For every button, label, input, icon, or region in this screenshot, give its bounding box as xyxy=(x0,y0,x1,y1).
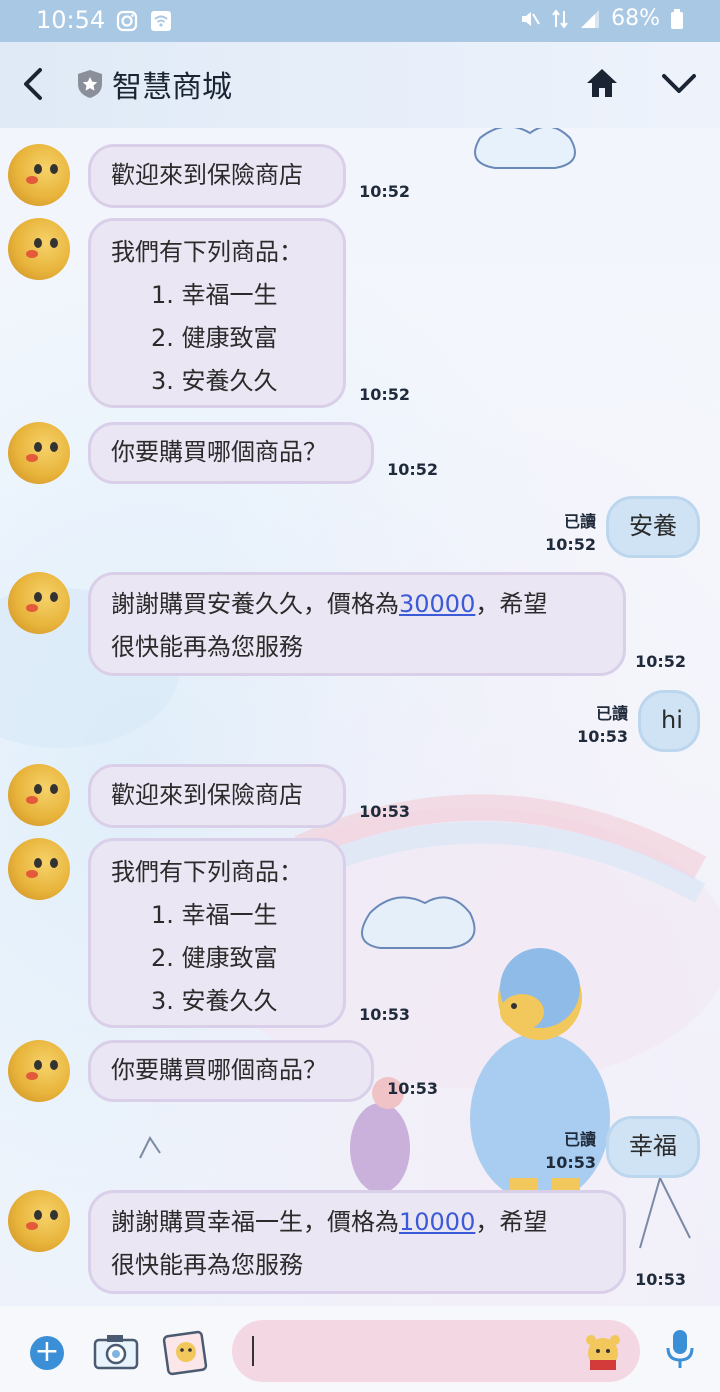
bot-avatar[interactable] xyxy=(8,764,70,826)
message-time: 10:53 xyxy=(359,802,410,821)
read-receipt: 已讀 xyxy=(563,512,596,531)
message-text-part: ，希望 xyxy=(475,590,548,618)
message-text-part: 謝謝購買安養久久，價格為 xyxy=(111,590,399,618)
message-text: 歡迎來到保險商店 xyxy=(111,781,303,809)
message-bubble-incoming: 歡迎來到保險商店 xyxy=(88,764,346,828)
text-cursor xyxy=(252,1336,254,1366)
input-bar: + xyxy=(0,1306,720,1392)
message-time: 10:53 xyxy=(635,1270,686,1289)
message-text: 你要購買哪個商品？ xyxy=(111,438,327,466)
message-text: 3. 安養久久 xyxy=(151,987,278,1015)
message-bubble-outgoing: hi xyxy=(638,690,700,752)
message-bubble-incoming: 謝謝購買幸福一生，價格為10000，希望 很快能再為您服務 xyxy=(88,1190,626,1294)
battery-icon xyxy=(671,8,683,29)
instagram-icon xyxy=(116,10,138,32)
bot-avatar[interactable] xyxy=(8,422,70,484)
message-time: 10:52 xyxy=(635,652,686,671)
message-input[interactable] xyxy=(232,1320,640,1382)
message-text: hi xyxy=(661,706,683,734)
message-time: 10:52 xyxy=(387,460,438,479)
chat-area[interactable]: 歡迎來到保險商店 10:52 我們有下列商品： 1. 幸福一生 2. 健康致富 … xyxy=(0,128,720,1306)
message-text: 我們有下列商品： xyxy=(111,858,303,886)
cell-signal-icon xyxy=(581,9,600,28)
status-left-icons xyxy=(116,10,172,32)
shield-star-icon xyxy=(78,70,102,98)
read-receipt: 已讀 xyxy=(595,704,628,723)
message-time: 10:52 xyxy=(359,182,410,201)
message-time: 10:53 xyxy=(387,1079,438,1098)
message-time: 10:53 xyxy=(577,727,628,746)
price-link[interactable]: 10000 xyxy=(399,1208,475,1236)
plus-icon[interactable]: + xyxy=(30,1336,64,1370)
microphone-icon[interactable] xyxy=(664,1328,696,1372)
bot-avatar[interactable] xyxy=(8,144,70,206)
message-bubble-outgoing: 幸福 xyxy=(606,1116,700,1178)
price-link[interactable]: 30000 xyxy=(399,590,475,618)
signal-data-icon xyxy=(552,8,568,29)
sticker-icon[interactable] xyxy=(162,1328,210,1376)
message-text-part: ，希望 xyxy=(475,1208,548,1236)
message-time: 10:53 xyxy=(545,1153,596,1172)
message-text: 安養 xyxy=(629,512,677,540)
message-text: 幸福 xyxy=(629,1132,677,1160)
message-text: 2. 健康致富 xyxy=(151,944,278,972)
message-text: 很快能再為您服務 xyxy=(111,1251,303,1279)
bot-avatar[interactable] xyxy=(8,1190,70,1252)
message-bubble-incoming: 你要購買哪個商品？ xyxy=(88,422,374,484)
message-time: 10:52 xyxy=(545,535,596,554)
message-bubble-incoming: 歡迎來到保險商店 xyxy=(88,144,346,208)
battery-percent: 68% xyxy=(611,6,660,31)
message-bubble-incoming: 我們有下列商品： 1. 幸福一生 2. 健康致富 3. 安養久久 xyxy=(88,218,346,408)
bot-avatar[interactable] xyxy=(8,572,70,634)
message-text: 謝謝購買幸福一生，價格為10000，希望 xyxy=(111,1201,603,1244)
message-text: 歡迎來到保險商店 xyxy=(111,161,303,189)
chevron-down-icon[interactable] xyxy=(660,72,698,96)
chevron-left-icon[interactable] xyxy=(20,66,48,102)
message-text: 我們有下列商品： xyxy=(111,238,303,266)
message-bubble-incoming: 你要購買哪個商品？ xyxy=(88,1040,374,1102)
message-time: 10:53 xyxy=(359,1005,410,1024)
camera-icon[interactable] xyxy=(92,1332,140,1372)
wifi-box-icon xyxy=(151,11,171,31)
message-time: 10:52 xyxy=(359,385,410,404)
chat-header: 智慧商城 xyxy=(0,42,720,128)
message-bubble-incoming: 我們有下列商品： 1. 幸福一生 2. 健康致富 3. 安養久久 xyxy=(88,838,346,1028)
message-text: 3. 安養久久 xyxy=(151,367,278,395)
mute-icon xyxy=(522,11,540,26)
message-bubble-incoming: 謝謝購買安養久久，價格為30000，希望 很快能再為您服務 xyxy=(88,572,626,676)
bot-avatar[interactable] xyxy=(8,1040,70,1102)
bot-avatar[interactable] xyxy=(8,838,70,900)
bot-avatar[interactable] xyxy=(8,218,70,280)
message-text: 1. 幸福一生 xyxy=(151,901,278,929)
status-bar: 10:54 68% xyxy=(0,0,720,42)
chat-title: 智慧商城 xyxy=(112,70,232,105)
pooh-sticker-icon[interactable] xyxy=(582,1330,624,1372)
message-text: 1. 幸福一生 xyxy=(151,281,278,309)
status-right-icons: 68% xyxy=(519,6,684,31)
message-bubble-outgoing: 安養 xyxy=(606,496,700,558)
message-text: 很快能再為您服務 xyxy=(111,633,303,661)
home-icon[interactable] xyxy=(584,66,620,100)
read-receipt: 已讀 xyxy=(563,1130,596,1149)
message-text: 謝謝購買安養久久，價格為30000，希望 xyxy=(111,583,603,626)
message-text: 2. 健康致富 xyxy=(151,324,278,352)
message-text: 你要購買哪個商品？ xyxy=(111,1056,327,1084)
message-text-part: 謝謝購買幸福一生，價格為 xyxy=(111,1208,399,1236)
status-time: 10:54 xyxy=(36,6,106,34)
